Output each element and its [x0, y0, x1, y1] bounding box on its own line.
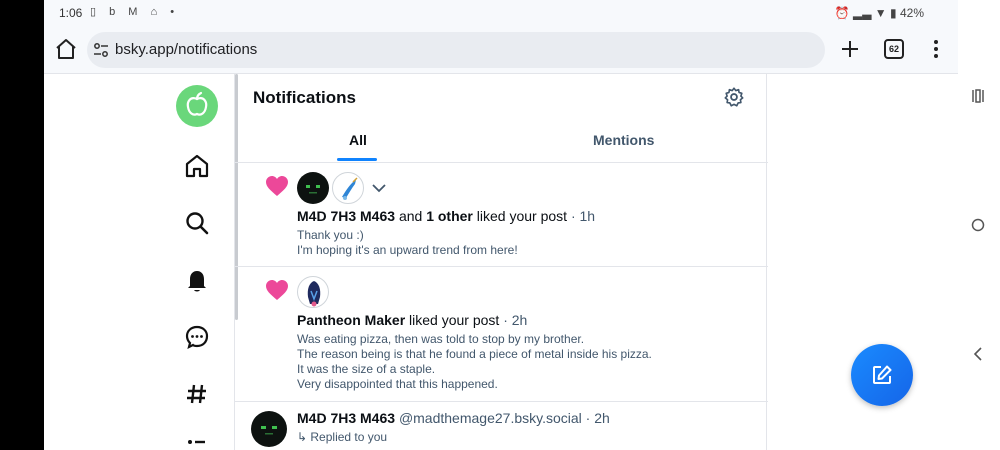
tab-mentions[interactable]: Mentions — [593, 132, 654, 148]
action-text: liked your post — [476, 208, 568, 224]
chevron-down-icon[interactable] — [370, 179, 388, 197]
chat-icon[interactable] — [183, 323, 211, 351]
home-nav-icon[interactable] — [971, 218, 985, 232]
battery-icon: ▮ — [890, 6, 897, 20]
avatar-face-icon — [306, 185, 320, 194]
browser-toolbar: bsky.app/notifications 62 — [44, 26, 958, 74]
avatar[interactable] — [297, 276, 329, 308]
home-button[interactable] — [54, 37, 78, 61]
page-title: Notifications — [253, 88, 356, 107]
connector-text: and — [398, 208, 423, 224]
post-line: It was the size of a staple. — [297, 362, 436, 376]
tab-all[interactable]: All — [349, 132, 367, 148]
status-time: 1:06 — [59, 6, 83, 20]
avatar[interactable] — [251, 411, 287, 447]
actor-name[interactable]: Pantheon Maker — [297, 312, 405, 328]
actor-name[interactable]: M4D 7H3 M463 — [297, 410, 395, 426]
post-line: Very disappointed that this happened. — [297, 377, 498, 391]
notifications-feed: Notifications All Mentions M4D 7H3 M463 … — [234, 74, 768, 450]
timestamp: · 2h — [503, 312, 528, 328]
others-count[interactable]: 1 other — [426, 208, 473, 224]
settings-gear-icon[interactable] — [723, 86, 745, 108]
battery-percent: 42% — [899, 6, 924, 20]
post-line: Was eating pizza, then was told to stop … — [297, 332, 585, 346]
actor-handle[interactable]: @madthemage27.bsky.social — [399, 410, 582, 426]
new-tab-button[interactable] — [839, 38, 861, 60]
user-avatar-logo[interactable] — [176, 85, 218, 127]
action-text: liked your post — [409, 312, 500, 328]
left-nav — [44, 74, 234, 450]
url-text[interactable]: bsky.app/notifications — [115, 41, 257, 58]
recent-apps-icon[interactable] — [970, 88, 986, 104]
notification-icons: ▯ b M ⌂ • — [90, 6, 180, 18]
post-preview: Was eating pizza, then was told to stop … — [297, 332, 652, 392]
notification-summary: M4D 7H3 M463 and 1 other liked your post… — [297, 208, 595, 224]
heart-icon — [266, 176, 288, 196]
home-icon[interactable] — [183, 152, 211, 180]
tab-switcher-button[interactable]: 62 — [884, 39, 904, 59]
notification-item[interactable]: M4D 7H3 M463 and 1 other liked your post… — [235, 163, 768, 267]
alarm-icon: ⏰ — [834, 6, 850, 20]
search-icon[interactable] — [183, 209, 211, 237]
post-line: I'm hoping it's an upward trend from her… — [297, 243, 518, 257]
compose-button[interactable] — [851, 344, 913, 406]
compose-pencil-icon — [873, 365, 892, 384]
reply-indicator: ↳ Replied to you — [297, 430, 388, 444]
phone-screen: 1:06 ▯ b M ⌂ • ⏰ ▂▃ ▼ ▮ 42% bsky.app/not… — [44, 0, 958, 450]
active-tab-indicator — [337, 158, 377, 161]
status-bar: 1:06 ▯ b M ⌂ • ⏰ ▂▃ ▼ ▮ 42% — [44, 0, 958, 26]
post-line: Thank you :) — [297, 228, 364, 242]
signal-icon: ▂▃ — [852, 6, 872, 20]
heart-icon — [266, 280, 288, 300]
timestamp: · 2h — [585, 410, 610, 426]
status-right: ⏰ ▂▃ ▼ ▮ 42% — [835, 6, 924, 20]
notification-item[interactable]: Pantheon Maker liked your post · 2h Was … — [235, 267, 768, 402]
site-settings-icon[interactable] — [93, 42, 109, 58]
notifications-bell-icon[interactable] — [183, 266, 211, 294]
feeds-hashtag-icon[interactable] — [183, 380, 211, 408]
system-nav-bar — [958, 0, 1000, 450]
lists-icon[interactable] — [183, 432, 211, 450]
address-bar[interactable]: bsky.app/notifications — [87, 32, 825, 68]
hooded-figure-icon — [307, 281, 321, 307]
timestamp: · 1h — [570, 208, 596, 224]
avatar[interactable] — [297, 172, 329, 204]
avatar-face-icon — [261, 426, 277, 435]
apple-icon — [186, 91, 208, 116]
post-line: The reason being is that he found a piec… — [297, 347, 652, 361]
avatar[interactable] — [332, 172, 364, 204]
post-preview: Thank you :) I'm hoping it's an upward t… — [297, 228, 518, 258]
actor-name[interactable]: M4D 7H3 M463 — [297, 208, 395, 224]
dragon-avatar-icon — [342, 177, 358, 200]
notification-summary: Pantheon Maker liked your post · 2h — [297, 312, 527, 328]
back-nav-icon[interactable] — [972, 346, 984, 362]
reply-header: M4D 7H3 M463 @madthemage27.bsky.social ·… — [297, 410, 610, 426]
wifi-icon: ▼ — [874, 6, 887, 20]
more-menu-icon[interactable] — [926, 38, 946, 60]
notification-item[interactable]: M4D 7H3 M463 @madthemage27.bsky.social ·… — [235, 402, 768, 450]
